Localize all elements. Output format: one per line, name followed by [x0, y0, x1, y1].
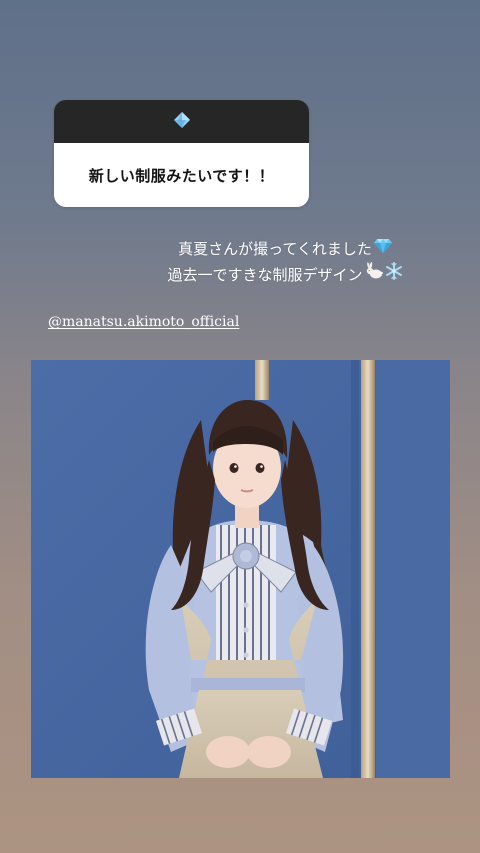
question-sticker-text: 新しい制服みたいです！！ — [54, 143, 309, 207]
snowflake-icon — [385, 258, 403, 292]
caption-line-2: 過去一ですきな制服デザイン — [130, 258, 440, 292]
question-sticker-header — [54, 100, 309, 143]
mention-link[interactable]: @manatsu.akimoto_official — [48, 314, 239, 330]
story-screen: { "question_sticker": { "text": "新しい制服みた… — [0, 0, 480, 853]
blue-diamond-icon — [173, 111, 191, 133]
photo-illustration — [31, 360, 450, 778]
photo[interactable] — [31, 360, 450, 778]
rabbit-icon — [365, 258, 383, 292]
question-sticker[interactable]: 新しい制服みたいです！！ — [54, 100, 309, 207]
caption-text-2: 過去一ですきな制服デザイン — [167, 266, 363, 284]
